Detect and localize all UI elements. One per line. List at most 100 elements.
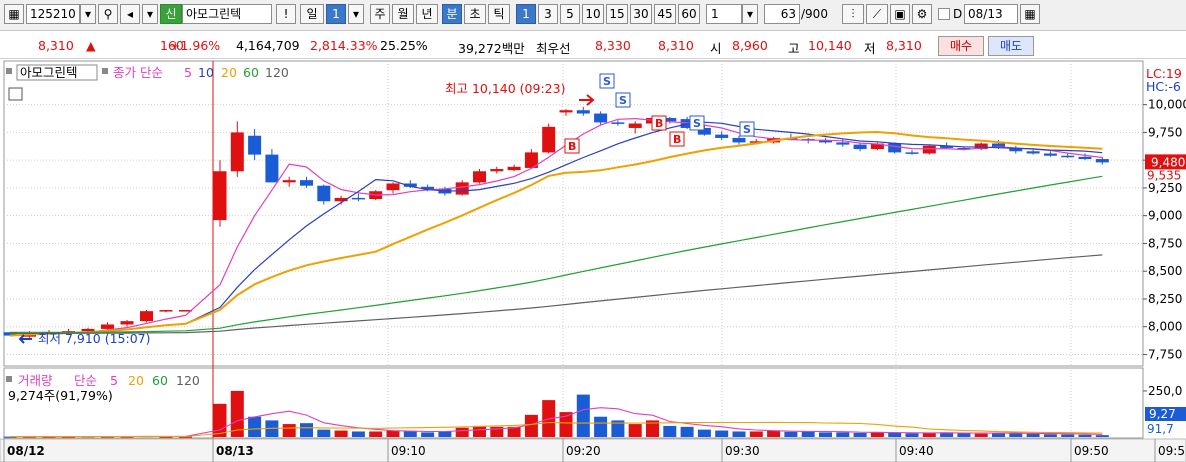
interval-5[interactable]: 5 bbox=[560, 4, 580, 24]
tab-tick[interactable]: 틱 bbox=[488, 4, 510, 24]
buy-button[interactable]: 매수 bbox=[938, 36, 984, 56]
buy-signal[interactable]: B bbox=[564, 138, 580, 154]
buy-signal[interactable]: B bbox=[669, 131, 685, 147]
candle bbox=[317, 185, 331, 202]
price-tick-label: 8,250 bbox=[1148, 292, 1182, 306]
interval-3[interactable]: 3 bbox=[538, 4, 558, 24]
menu-icon[interactable]: ▦ bbox=[4, 4, 24, 24]
current-price-label: 9,480 bbox=[1151, 155, 1185, 169]
volume-bar bbox=[749, 431, 763, 437]
price-tick-label: 8,750 bbox=[1148, 236, 1182, 250]
price-chart[interactable]: 10,0009,7509,5009,2509,0008,7508,5008,25… bbox=[0, 60, 1186, 462]
sell-button[interactable]: 매도 bbox=[988, 36, 1034, 56]
tab-week[interactable]: 주 bbox=[370, 4, 390, 24]
candle bbox=[386, 183, 400, 191]
candle bbox=[120, 321, 134, 325]
low-value: 8,310 bbox=[886, 38, 922, 53]
candle bbox=[542, 126, 556, 153]
tab-day-count[interactable]: 1 bbox=[326, 4, 346, 24]
date-input[interactable]: 08/13 bbox=[964, 4, 1018, 24]
calendar-icon[interactable]: ▦ bbox=[1020, 4, 1040, 24]
volume-bar bbox=[697, 429, 711, 437]
candle bbox=[1095, 159, 1109, 163]
sell-signal[interactable]: S bbox=[689, 115, 705, 131]
stock-name-field[interactable]: 아모그린텍 bbox=[182, 4, 272, 24]
volume-legend-bullet-icon bbox=[6, 376, 12, 382]
volume-current-label: 9,27 bbox=[1149, 407, 1176, 421]
candle bbox=[282, 180, 296, 183]
tab-second[interactable]: 초 bbox=[464, 4, 486, 24]
candle bbox=[853, 144, 867, 150]
small-dropdown-icon[interactable]: ▾ bbox=[142, 4, 158, 24]
volume-bar bbox=[784, 431, 798, 437]
candle bbox=[101, 324, 114, 329]
speaker-icon[interactable]: ◂ bbox=[120, 4, 140, 24]
ma5-line bbox=[9, 117, 1103, 337]
tab-year[interactable]: 년 bbox=[416, 4, 438, 24]
interval-10[interactable]: 10 bbox=[582, 4, 604, 24]
volume-bar bbox=[334, 430, 348, 437]
count-max: /900 bbox=[801, 7, 828, 21]
volume-current-value: 9,274주(91,79%) bbox=[8, 388, 113, 403]
tab-minute[interactable]: 분 bbox=[442, 4, 462, 24]
code-dropdown-icon[interactable]: ▾ bbox=[80, 4, 96, 24]
sell-signal[interactable]: S bbox=[615, 92, 631, 108]
tab-month[interactable]: 월 bbox=[392, 4, 414, 24]
volume-bar bbox=[974, 433, 988, 437]
sell-signal[interactable]: S bbox=[739, 121, 755, 137]
interval-input[interactable]: 1 bbox=[706, 4, 742, 24]
trend-tool-icon[interactable]: ⟋ bbox=[866, 4, 888, 24]
gear-icon[interactable]: ⚙ bbox=[912, 4, 932, 24]
low-label: 저 bbox=[864, 41, 876, 56]
buy-signal[interactable]: B bbox=[651, 115, 667, 131]
count-input[interactable]: 63 bbox=[764, 4, 800, 24]
table-icon[interactable] bbox=[8, 87, 23, 101]
save-icon[interactable]: ▣ bbox=[890, 4, 910, 24]
interval-30[interactable]: 30 bbox=[630, 4, 652, 24]
volume-bar bbox=[1026, 433, 1040, 437]
indicator-icon[interactable]: ⫶ bbox=[842, 4, 864, 24]
axes: 10,0009,7509,5009,2509,0008,7508,5008,25… bbox=[0, 98, 1186, 462]
legend-ma60: 60 bbox=[243, 65, 259, 80]
legend-bullet-icon bbox=[6, 68, 12, 74]
volume-legend-ma5: 5 bbox=[110, 373, 118, 388]
volume-bar bbox=[438, 431, 452, 437]
stock-code-input[interactable]: 125210 bbox=[26, 4, 80, 24]
candle bbox=[732, 137, 746, 143]
volume-bar bbox=[594, 416, 608, 437]
legend-ma120: 120 bbox=[265, 65, 289, 80]
turnover-rate: 25.25% bbox=[380, 38, 428, 53]
volume-bar bbox=[663, 425, 677, 437]
interval-15[interactable]: 15 bbox=[606, 4, 628, 24]
candle bbox=[1078, 156, 1092, 160]
interval-1[interactable]: 1 bbox=[516, 4, 536, 24]
interval-dropdown-icon[interactable]: ▾ bbox=[742, 4, 758, 24]
date-checkbox[interactable] bbox=[938, 8, 950, 20]
day-dropdown-icon[interactable]: ▾ bbox=[348, 4, 364, 24]
trade-amount: 39,272백만 bbox=[458, 41, 525, 56]
sell-signal[interactable]: S bbox=[599, 73, 615, 89]
interval-45[interactable]: 45 bbox=[654, 4, 676, 24]
tab-day[interactable]: 일 bbox=[300, 4, 324, 24]
volume-bar bbox=[1043, 434, 1057, 437]
volume-bar bbox=[767, 430, 781, 437]
high-arrow-icon bbox=[579, 94, 595, 106]
open-label: 시 bbox=[710, 41, 722, 56]
candle bbox=[351, 197, 365, 200]
low-annotation: 최저 7,910 (15:07) bbox=[38, 331, 151, 346]
candle bbox=[159, 310, 173, 312]
sell-signal-label: S bbox=[693, 117, 701, 130]
volume-ratio: 2,814.33% bbox=[310, 38, 378, 53]
search-icon[interactable]: ⚲ bbox=[98, 4, 118, 24]
candle bbox=[905, 152, 919, 154]
volume-bar bbox=[819, 432, 832, 437]
current-price-sub: 9,535 bbox=[1147, 168, 1181, 182]
volume-legend-ma20: 20 bbox=[128, 373, 144, 388]
candle bbox=[888, 143, 902, 153]
grid-lines bbox=[3, 60, 1144, 439]
interval-60[interactable]: 60 bbox=[678, 4, 700, 24]
volume-bar bbox=[922, 432, 936, 437]
alert-button[interactable]: ! bbox=[276, 4, 296, 24]
volume-bar bbox=[317, 429, 331, 437]
buy-signal-label: B bbox=[655, 117, 663, 130]
